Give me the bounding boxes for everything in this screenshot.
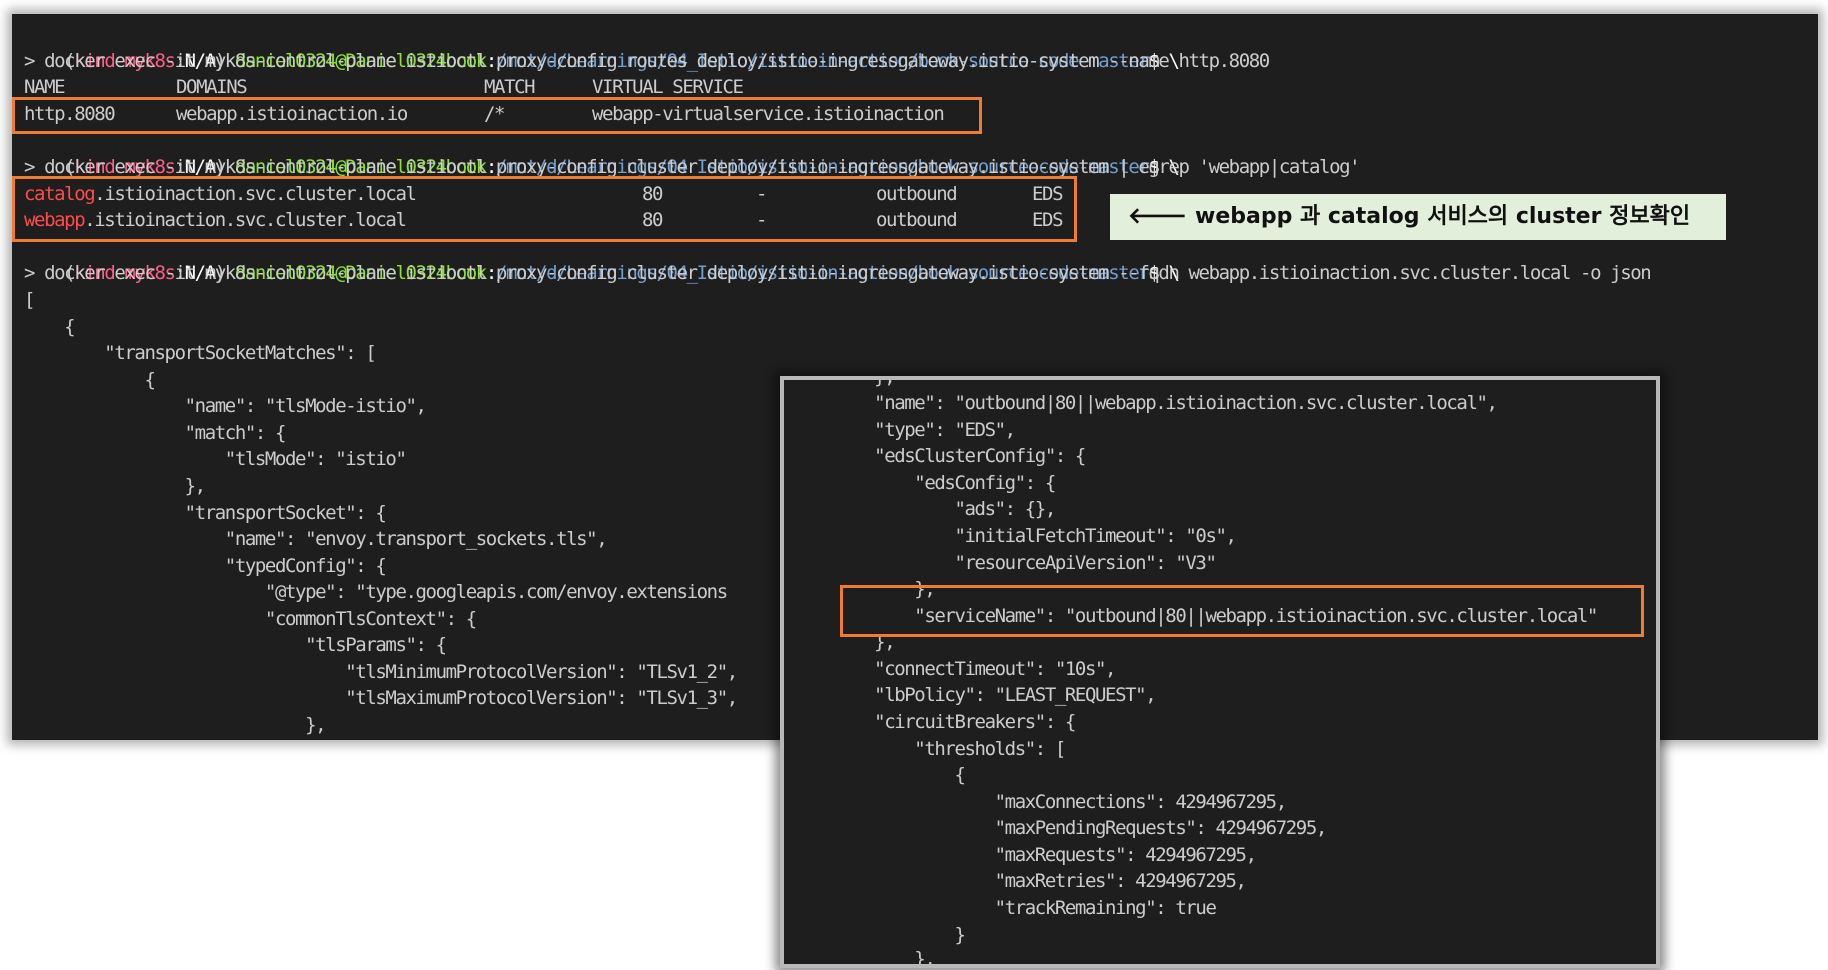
cluster-direction: outbound [876,183,958,205]
json-line: "maxRetries": 4294967295, [834,870,1247,892]
json-line: [ [24,289,35,311]
json-line: "resourceApiVersion": "V3" [834,552,1216,574]
callout-text: webapp 과 catalog 서비스의 cluster 정보확인 [1195,204,1691,229]
json-line: "name": "envoy.transport_sockets.tls", [24,528,608,550]
route-domains: webapp.istioinaction.io [176,103,408,125]
json-line: "initialFetchTimeout": "0s", [834,525,1237,547]
cluster-port: 80 [642,183,663,205]
cluster-row: catalog.istioinaction.svc.cluster.local … [24,181,1124,207]
terminal-inset-window[interactable]: }, "name": "outbound|80||webapp.istioina… [780,376,1660,968]
json-line: } [834,924,965,946]
json-line: "lbPolicy": "LEAST_REQUEST", [834,684,1157,706]
json-line: "maxRequests": 4294967295, [834,844,1257,866]
cluster-fqdn-suffix: .istioinaction.svc.cluster.local [84,209,407,231]
json-line: "tlsParams": { [24,634,447,656]
json-line: "serviceName": "outbound|80||webapp.isti… [834,605,1598,627]
command-cluster-json: > docker exec -it myk8s-control-plane is… [24,262,1652,284]
column-header-domains: DOMAINS [176,76,248,98]
json-line: { [834,764,965,786]
json-line: "tlsMinimumProtocolVersion": "TLSv1_2", [24,661,738,683]
prompt-line: (kind-myk8s:N/A) daniel0324@Daniel0324bo… [24,22,1180,72]
cluster-direction: outbound [876,209,958,231]
cluster-name: catalog.istioinaction.svc.cluster.local [24,181,417,207]
cluster-fqdn-suffix: .istioinaction.svc.cluster.local [94,183,417,205]
json-line: "trackRemaining": true [834,897,1217,919]
json-line: "ads": {}, [834,498,1056,520]
command-cluster-grep: > docker exec -it myk8s-control-plane is… [24,156,1361,178]
json-line: }, [834,631,895,653]
json-line: "connectTimeout": "10s", [834,658,1116,680]
routes-table-header: NAME DOMAINS MATCH VIRTUAL SERVICE [24,74,1024,100]
json-line: "commonTlsContext": { [24,608,477,630]
json-line: "name": "outbound|80||webapp.istioinacti… [834,392,1498,414]
json-line: "maxPendingRequests": 4294967295, [834,817,1328,839]
route-virtual-service: webapp-virtualservice.istioinaction [592,103,945,125]
json-line: "maxConnections": 4294967295, [834,791,1288,813]
cluster-subset: - [756,183,767,205]
column-header-name: NAME [24,76,66,98]
cluster-subset: - [756,209,767,231]
annotation-callout: 🡐 webapp 과 catalog 서비스의 cluster 정보확인 [1110,194,1726,240]
json-line: }, [24,475,206,497]
routes-table-row: http.8080 webapp.istioinaction.io /* web… [24,101,1024,127]
column-header-match: MATCH [484,76,536,98]
cluster-type: EDS [1032,183,1064,205]
json-line: }, [834,376,895,388]
prompt-line: (kind-myk8s:N/A) daniel0324@Daniel0324bo… [24,128,1180,178]
json-line: "circuitBreakers": { [834,711,1076,733]
json-line: "thresholds": [ [834,738,1066,760]
json-line: "tlsMaximumProtocolVersion": "TLSv1_3", [24,687,738,709]
cluster-row: webapp.istioinaction.svc.cluster.local 8… [24,207,1124,233]
json-line: "@type": "type.googleapis.com/envoy.exte… [24,581,728,603]
route-name: http.8080 [24,103,116,125]
cluster-name: webapp.istioinaction.svc.cluster.local [24,207,407,233]
arrow-left-icon: 🡐 [1128,204,1187,229]
json-line: "typedConfig": { [24,555,387,577]
json-line: }, [834,578,935,600]
cluster-type: EDS [1032,209,1064,231]
command-routes: > docker exec -it myk8s-control-plane is… [24,50,1270,72]
json-line: }, [24,714,326,736]
json-line: }, [834,948,935,968]
json-line: { [24,369,155,391]
route-match: /* [484,103,505,125]
json-line: "transportSocket": { [24,502,387,524]
json-line: "tlsMode": "istio" [24,448,407,470]
json-line: "edsClusterConfig": { [834,445,1086,467]
json-line: "match": { [24,422,287,444]
cluster-port: 80 [642,209,663,231]
cluster-service-name: catalog [24,183,96,205]
json-line: { [24,316,75,338]
prompt-line: (kind-myk8s:N/A) daniel0324@Daniel0324bo… [24,234,1180,284]
json-line: "type": "EDS", [834,419,1016,441]
json-line: "edsConfig": { [834,472,1056,494]
cluster-service-name: webapp [24,209,86,231]
column-header-virtual-service: VIRTUAL SERVICE [592,76,744,98]
json-line: "name": "tlsMode-istio", [24,395,427,417]
json-line: "transportSocketMatches": [ [24,342,376,364]
